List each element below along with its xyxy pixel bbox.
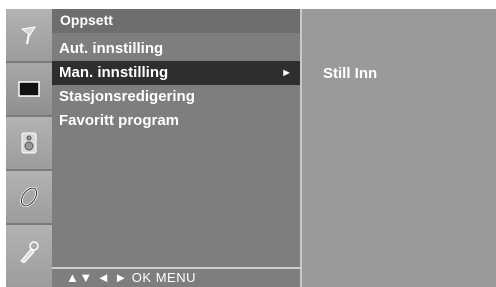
rail-audio-button[interactable] <box>6 117 52 171</box>
rail-time-button[interactable] <box>6 171 52 225</box>
panel-header <box>302 9 496 33</box>
menu-item-station-editing[interactable]: Stasjonsredigering <box>52 85 300 109</box>
rail-setup-button[interactable] <box>6 9 52 63</box>
menu-item-favourite-programme[interactable]: Favoritt program <box>52 109 300 133</box>
category-rail <box>6 9 52 287</box>
submenu-arrow-icon: ► <box>281 67 292 79</box>
menu-list: Aut. innstilling Man. innstilling ► Stas… <box>52 37 300 133</box>
menu-item-auto-tuning[interactable]: Aut. innstilling <box>52 37 300 61</box>
menu-item-label: Favoritt program <box>59 112 180 129</box>
navigation-hint: ▲▼ ◄ ► OK MENU <box>52 267 300 287</box>
menu-item-label: Man. innstilling <box>59 64 169 81</box>
time-icon <box>20 186 38 208</box>
menu-title: Oppsett <box>52 9 300 33</box>
setup-menu: Oppsett Aut. innstilling Man. innstillin… <box>52 9 300 287</box>
tv-osd-menu: Oppsett Aut. innstilling Man. innstillin… <box>6 9 496 287</box>
submenu-panel: Still Inn <box>300 9 496 287</box>
audio-icon <box>21 132 37 154</box>
rail-option-button[interactable] <box>6 225 52 287</box>
menu-item-manual-tuning[interactable]: Man. innstilling ► <box>52 61 300 85</box>
option-icon <box>20 241 39 263</box>
rail-picture-button[interactable] <box>6 63 52 117</box>
picture-icon <box>18 81 40 97</box>
submenu-option-still-inn[interactable]: Still Inn <box>323 65 377 82</box>
antenna-icon <box>20 26 37 45</box>
menu-item-label: Aut. innstilling <box>59 40 164 57</box>
menu-item-label: Stasjonsredigering <box>59 88 195 105</box>
